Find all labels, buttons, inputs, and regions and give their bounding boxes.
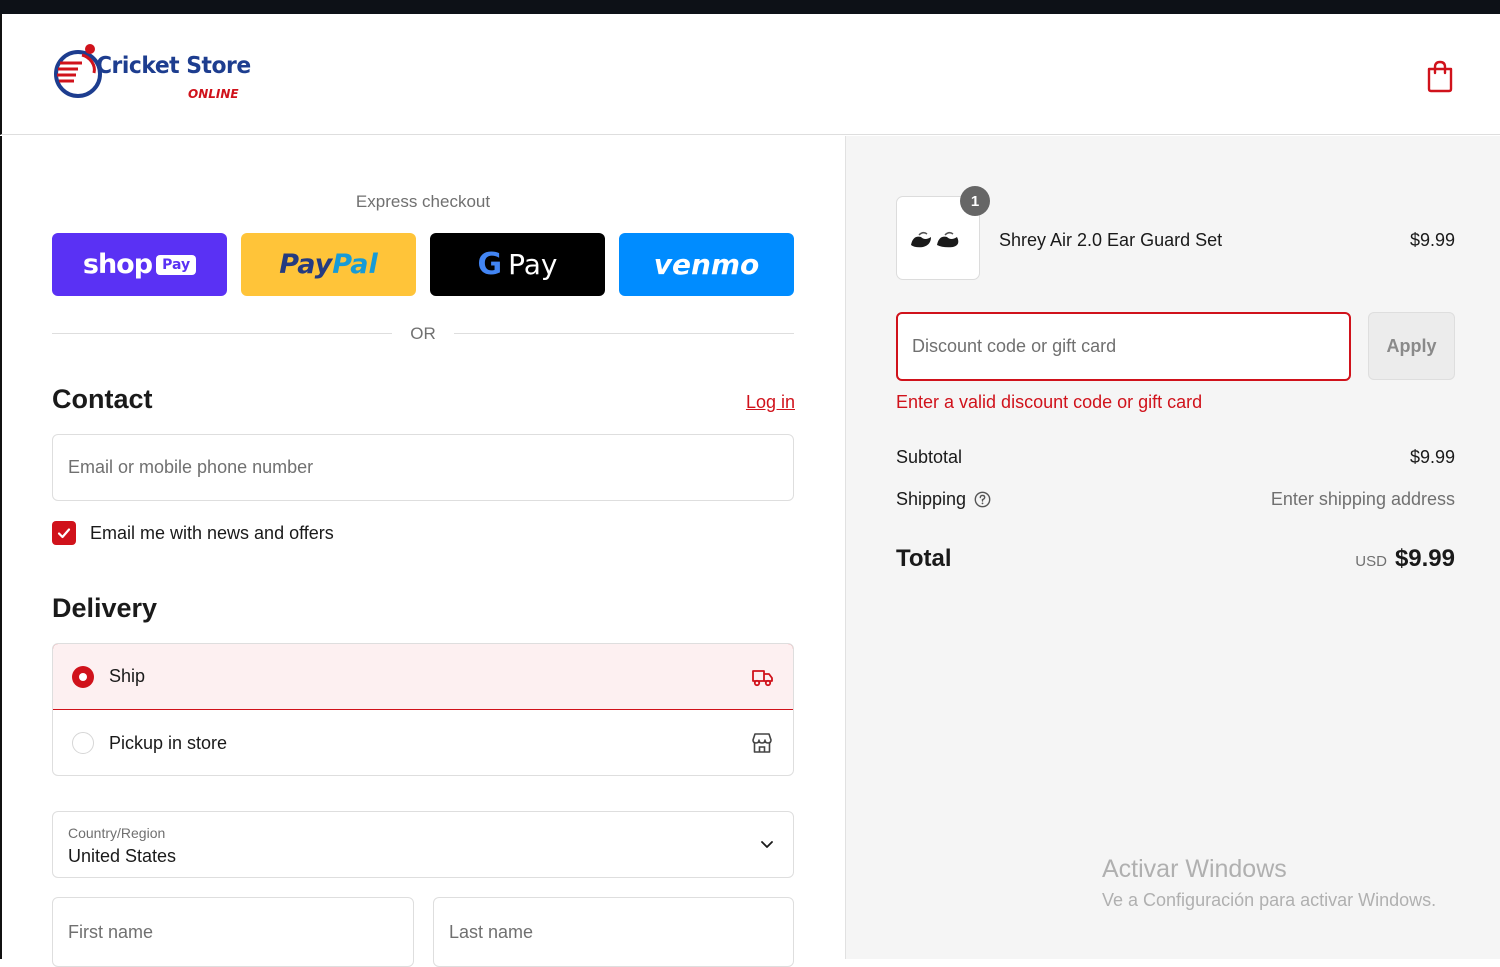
checkout-form-column: Express checkout shop Pay Pay Pal G Pay v… <box>0 136 845 967</box>
delivery-option-pickup[interactable]: Pickup in store <box>53 710 793 775</box>
email-field[interactable] <box>53 435 793 500</box>
google-pay-button[interactable]: G Pay <box>430 233 605 296</box>
store-logo[interactable]: Cricket Store ONLINE <box>52 41 252 107</box>
checkmark-icon <box>57 528 71 539</box>
first-name-field-wrapper <box>52 897 414 967</box>
express-checkout-title: Express checkout <box>355 192 491 211</box>
discount-field-wrapper <box>896 312 1351 381</box>
pickup-label: Pickup in store <box>109 732 228 753</box>
windows-activation-watermark: Activar Windows Ve a Configuración para … <box>1102 855 1436 911</box>
google-pay-wordmark: Pay <box>508 248 558 281</box>
contact-heading: Contact <box>52 384 153 414</box>
shipping-value: Enter shipping address <box>1270 489 1455 509</box>
checkout-header: Cricket Store ONLINE <box>0 14 1500 135</box>
total-label: Total <box>896 545 952 572</box>
delivery-option-ship[interactable]: Ship <box>53 644 793 710</box>
browser-top-strip <box>0 0 1500 14</box>
country-caption: Country/Region <box>68 825 166 841</box>
store-logo-tagline: ONLINE <box>188 87 239 101</box>
shop-pay-badge: Pay <box>156 254 197 275</box>
shop-pay-wordmark: shop <box>82 249 153 280</box>
last-name-field-wrapper <box>433 897 794 967</box>
venmo-wordmark: venmo <box>653 248 760 281</box>
ship-radio[interactable] <box>72 665 94 688</box>
or-divider: OR <box>52 322 794 344</box>
paypal-wordmark-pal: Pal <box>332 249 378 280</box>
total-value-row: USD $9.99 <box>1355 545 1455 573</box>
product-price: $9.99 <box>1409 230 1455 250</box>
delivery-heading: Delivery <box>52 593 158 623</box>
watermark-subtitle: Ve a Configuración para activar Windows. <box>1102 890 1437 910</box>
last-name-field[interactable] <box>434 898 793 966</box>
delivery-method-group: Ship Pickup in store <box>52 643 794 776</box>
truck-icon <box>752 670 773 687</box>
pickup-radio[interactable] <box>72 732 94 754</box>
log-in-link[interactable]: Log in <box>746 392 795 413</box>
order-summary-column: 1 Shrey Air 2.0 Ear Guard Set $9.99 Appl… <box>845 136 1500 959</box>
store-logo-name: Cricket Store <box>96 53 251 79</box>
shipping-label: Shipping <box>896 489 967 509</box>
shipping-row-label: Shipping <box>896 489 991 510</box>
country-select[interactable]: Country/Region United States <box>52 811 794 878</box>
watermark-title: Activar Windows <box>1102 855 1287 883</box>
newsletter-option: Email me with news and offers <box>52 520 334 546</box>
newsletter-checkbox[interactable] <box>52 521 76 545</box>
ship-label: Ship <box>109 666 146 686</box>
paypal-wordmark-pay: Pay <box>279 249 333 280</box>
paypal-button[interactable]: Pay Pal <box>241 233 416 296</box>
discount-code-input[interactable] <box>898 314 1349 379</box>
google-g-icon: G <box>477 247 503 282</box>
apply-discount-button[interactable]: Apply <box>1368 312 1455 380</box>
chevron-down-icon <box>761 841 773 848</box>
subtotal-label: Subtotal <box>896 447 963 467</box>
venmo-button[interactable]: venmo <box>619 233 794 296</box>
country-value: United States <box>68 846 177 866</box>
help-circle-icon[interactable] <box>974 491 991 508</box>
newsletter-label: Email me with news and offers <box>90 522 334 543</box>
or-divider-text: OR <box>410 324 436 343</box>
product-name: Shrey Air 2.0 Ear Guard Set <box>999 230 1223 250</box>
total-value: $9.99 <box>1394 545 1455 572</box>
subtotal-value: $9.99 <box>1409 447 1455 467</box>
discount-error-message: Enter a valid discount code or gift card <box>896 392 1203 412</box>
total-currency: USD <box>1355 553 1387 570</box>
email-field-wrapper <box>52 434 794 501</box>
shopping-bag-icon[interactable] <box>1426 59 1454 93</box>
store-icon <box>752 733 772 753</box>
shop-pay-button[interactable]: shop Pay <box>52 233 227 296</box>
quantity-badge: 1 <box>960 186 990 216</box>
first-name-field[interactable] <box>53 898 413 966</box>
